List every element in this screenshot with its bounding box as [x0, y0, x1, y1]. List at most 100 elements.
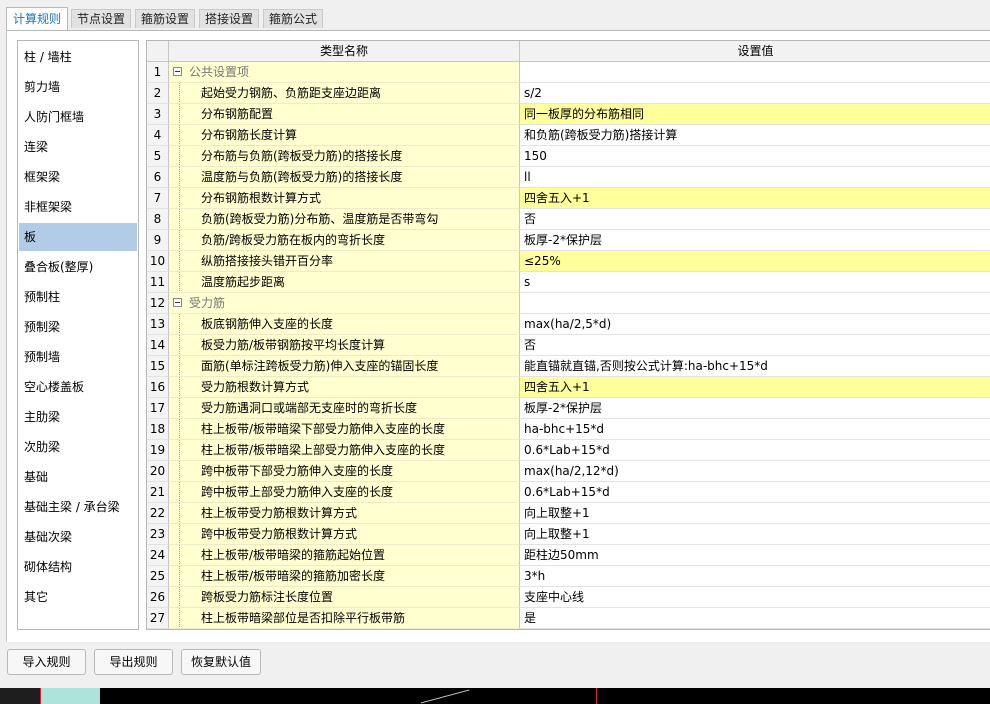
sidebar-item[interactable]: 框架梁: [19, 163, 137, 191]
type-name-cell[interactable]: 跨板受力筋标注长度位置: [169, 587, 520, 608]
type-name-cell[interactable]: 柱上板带暗梁部位是否扣除平行板带筋: [169, 608, 520, 629]
sidebar-item[interactable]: 预制墙: [19, 343, 137, 371]
export-rules-button[interactable]: 导出规则: [94, 649, 173, 675]
type-name-cell[interactable]: 起始受力钢筋、负筋距支座边距离: [169, 83, 520, 104]
type-name-cell[interactable]: 分布钢筋长度计算: [169, 125, 520, 146]
type-name-cell[interactable]: 柱上板带/板带暗梁下部受力筋伸入支座的长度: [169, 419, 520, 440]
setting-value-cell[interactable]: 150: [520, 146, 990, 167]
tab-lap-settings[interactable]: 搭接设置: [199, 9, 259, 28]
setting-value-cell[interactable]: 0.6*Lab+15*d: [520, 482, 990, 503]
type-name-cell[interactable]: 板底钢筋伸入支座的长度: [169, 314, 520, 335]
row-number: 14: [147, 335, 169, 356]
type-name-label: 面筋(单标注跨板受力筋)伸入支座的锚固长度: [201, 359, 439, 373]
tab-calc-rules[interactable]: 计算规则: [6, 7, 68, 30]
sidebar-item[interactable]: 砌体结构: [19, 553, 137, 581]
tab-node-settings[interactable]: 节点设置: [71, 9, 131, 28]
type-name-label: 受力筋根数计算方式: [201, 380, 310, 394]
sidebar-item[interactable]: 预制梁: [19, 313, 137, 341]
setting-value-cell[interactable]: 向上取整+1: [520, 503, 990, 524]
sidebar-item[interactable]: 主肋梁: [19, 403, 137, 431]
type-name-cell[interactable]: 受力筋根数计算方式: [169, 377, 520, 398]
setting-value-cell[interactable]: 否: [520, 209, 990, 230]
setting-value-cell[interactable]: 是: [520, 608, 990, 629]
tree-guide-line: [179, 608, 181, 628]
type-name-cell[interactable]: 柱上板带/板带暗梁上部受力筋伸入支座的长度: [169, 440, 520, 461]
import-rules-button[interactable]: 导入规则: [7, 649, 86, 675]
setting-value-cell[interactable]: s: [520, 272, 990, 293]
sidebar-item[interactable]: 人防门框墙: [19, 103, 137, 131]
type-name-cell[interactable]: 分布筋与负筋(跨板受力筋)的搭接长度: [169, 146, 520, 167]
sidebar-item[interactable]: 次肋梁: [19, 433, 137, 461]
column-header-setting-value[interactable]: 设置值: [520, 41, 990, 62]
type-name-cell[interactable]: 跨中板带受力筋根数计算方式: [169, 524, 520, 545]
type-name-cell[interactable]: 板受力筋/板带钢筋按平均长度计算: [169, 335, 520, 356]
type-name-cell[interactable]: 受力筋: [169, 293, 520, 314]
type-name-cell[interactable]: 分布钢筋配置: [169, 104, 520, 125]
sidebar-item[interactable]: 基础次梁: [19, 523, 137, 551]
tab-stirrup-formula[interactable]: 箍筋公式: [263, 9, 323, 28]
collapse-icon[interactable]: [173, 298, 182, 307]
type-name-cell[interactable]: 柱上板带受力筋根数计算方式: [169, 503, 520, 524]
setting-value-cell[interactable]: 3*h: [520, 566, 990, 587]
setting-value-cell[interactable]: 支座中心线: [520, 587, 990, 608]
setting-value-cell[interactable]: ha-bhc+15*d: [520, 419, 990, 440]
type-name-cell[interactable]: 温度筋与负筋(跨板受力筋)的搭接长度: [169, 167, 520, 188]
type-name-cell[interactable]: 柱上板带/板带暗梁的箍筋加密长度: [169, 566, 520, 587]
setting-value-cell[interactable]: 四舍五入+1: [520, 188, 990, 209]
sidebar-item[interactable]: 基础: [19, 463, 137, 491]
type-name-cell[interactable]: 分布钢筋根数计算方式: [169, 188, 520, 209]
sidebar-item[interactable]: 剪力墙: [19, 73, 137, 101]
row-number-header: [147, 41, 169, 62]
table-row: 14 板受力筋/板带钢筋按平均长度计算 否: [147, 335, 990, 356]
setting-value-cell[interactable]: [520, 293, 990, 314]
sidebar-item[interactable]: 其它: [19, 583, 137, 611]
restore-defaults-button[interactable]: 恢复默认值: [181, 649, 261, 675]
tab-stirrup-settings[interactable]: 箍筋设置: [135, 9, 195, 28]
sidebar-item[interactable]: 板: [19, 223, 137, 251]
type-name-cell[interactable]: 负筋(跨板受力筋)分布筋、温度筋是否带弯勾: [169, 209, 520, 230]
setting-value-cell[interactable]: max(ha/2,12*d): [520, 461, 990, 482]
setting-value-cell[interactable]: 和负筋(跨板受力筋)搭接计算: [520, 125, 990, 146]
type-name-cell[interactable]: 公共设置项: [169, 62, 520, 83]
table-row: 21 跨中板带上部受力筋伸入支座的长度 0.6*Lab+15*d: [147, 482, 990, 503]
setting-value-cell[interactable]: 0.6*Lab+15*d: [520, 440, 990, 461]
sidebar-item[interactable]: 空心楼盖板: [19, 373, 137, 401]
setting-value-cell[interactable]: 能直锚就直锚,否则按公式计算:ha-bhc+15*d: [520, 356, 990, 377]
setting-value-cell[interactable]: [520, 62, 990, 83]
type-name-cell[interactable]: 跨中板带上部受力筋伸入支座的长度: [169, 482, 520, 503]
sidebar-item[interactable]: 预制柱: [19, 283, 137, 311]
type-name-cell[interactable]: 受力筋遇洞口或端部无支座时的弯折长度: [169, 398, 520, 419]
setting-value-cell[interactable]: ll: [520, 167, 990, 188]
sidebar-item[interactable]: 柱 / 墙柱: [19, 43, 137, 71]
background-canvas-strip: [0, 688, 990, 704]
type-name-label: 柱上板带受力筋根数计算方式: [201, 506, 358, 520]
collapse-icon[interactable]: [173, 67, 182, 76]
setting-value-cell[interactable]: 同一板厚的分布筋相同: [520, 104, 990, 125]
tree-guide-line: [179, 104, 181, 124]
type-name-cell[interactable]: 柱上板带/板带暗梁的箍筋起始位置: [169, 545, 520, 566]
setting-value-cell[interactable]: s/2: [520, 83, 990, 104]
setting-value-cell[interactable]: max(ha/2,5*d): [520, 314, 990, 335]
setting-value-cell[interactable]: 板厚-2*保护层: [520, 398, 990, 419]
type-name-cell[interactable]: 面筋(单标注跨板受力筋)伸入支座的锚固长度: [169, 356, 520, 377]
sidebar-item[interactable]: 非框架梁: [19, 193, 137, 221]
setting-value-cell[interactable]: 向上取整+1: [520, 524, 990, 545]
table-row: 25 柱上板带/板带暗梁的箍筋加密长度 3*h: [147, 566, 990, 587]
setting-value-cell[interactable]: 否: [520, 335, 990, 356]
column-header-type-name[interactable]: 类型名称: [169, 41, 520, 62]
sidebar-item[interactable]: 叠合板(整厚): [19, 253, 137, 281]
table-row: 10 纵筋搭接接头错开百分率 ≤25%: [147, 251, 990, 272]
setting-value-cell[interactable]: ≤25%: [520, 251, 990, 272]
type-name-cell[interactable]: 负筋/跨板受力筋在板内的弯折长度: [169, 230, 520, 251]
type-name-cell[interactable]: 纵筋搭接接头错开百分率: [169, 251, 520, 272]
type-name-label: 跨板受力筋标注长度位置: [201, 590, 334, 604]
setting-value-cell[interactable]: 板厚-2*保护层: [520, 230, 990, 251]
setting-value-cell[interactable]: 四舍五入+1: [520, 377, 990, 398]
sidebar-item[interactable]: 连梁: [19, 133, 137, 161]
type-name-cell[interactable]: 温度筋起步距离: [169, 272, 520, 293]
setting-value-cell[interactable]: 距柱边50mm: [520, 545, 990, 566]
row-number: 16: [147, 377, 169, 398]
sidebar-item[interactable]: 基础主梁 / 承台梁: [19, 493, 137, 521]
type-name-cell[interactable]: 跨中板带下部受力筋伸入支座的长度: [169, 461, 520, 482]
group-label: 公共设置项: [189, 65, 250, 79]
